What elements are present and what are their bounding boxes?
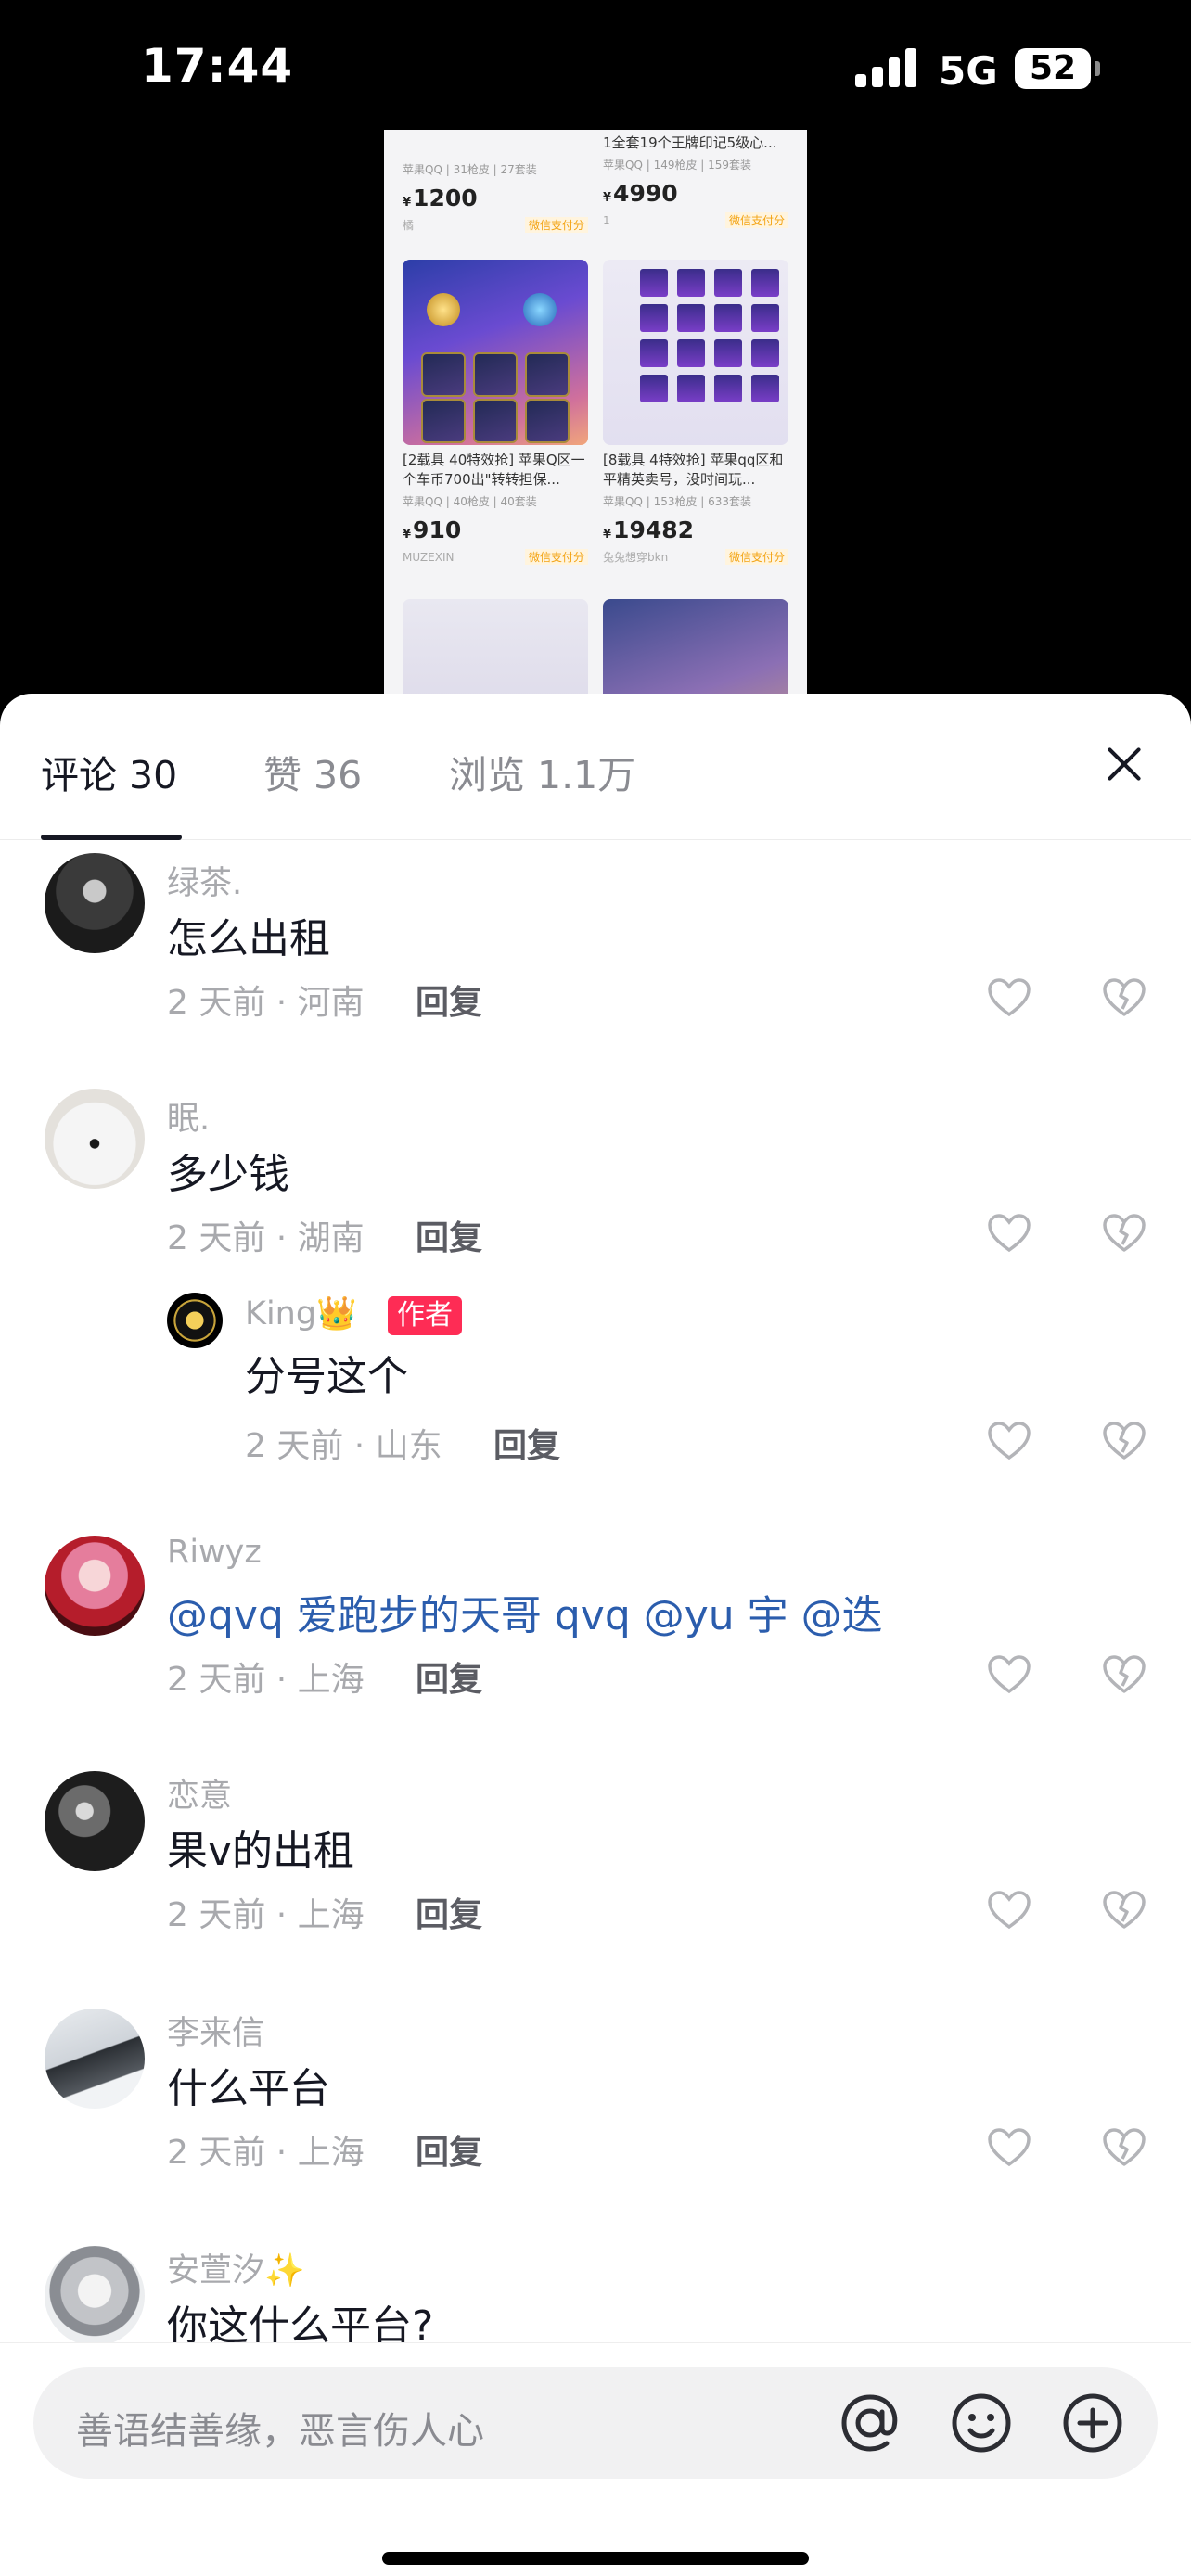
- product-title: [2载具 40特效抢] 苹果Q区一个车币700出"转转担保...: [403, 452, 585, 488]
- close-icon[interactable]: [1095, 734, 1154, 794]
- product-card[interactable]: 苹果QQ | 31枪皮 | 27套装 ¥1200 橘 微信支付分: [403, 158, 588, 233]
- product-footer: 1 微信支付分: [603, 212, 788, 228]
- at-icon[interactable]: [837, 2390, 903, 2456]
- comment-meta: 2 天前 · 山东: [245, 1427, 442, 1465]
- broken-heart-icon[interactable]: [1102, 1213, 1146, 1254]
- comment-input-bar: 善语结善缘，恶言伤人心: [0, 2342, 1191, 2576]
- heart-outline-icon[interactable]: [987, 1213, 1031, 1254]
- comment-meta: 2 天前 · 上海: [167, 1896, 365, 1934]
- product-meta: 苹果QQ | 40枪皮 | 40套装: [403, 495, 537, 508]
- product-footer: 橘 微信支付分: [403, 217, 588, 233]
- product-price: ¥4990: [603, 180, 678, 207]
- comment-username[interactable]: 安萱汐✨: [167, 2244, 305, 2291]
- broken-heart-icon[interactable]: [1102, 1421, 1146, 1461]
- product-meta: 苹果QQ | 31枪皮 | 27套装: [403, 163, 537, 176]
- signal-icon: [855, 46, 920, 87]
- product-footer: MUZEXIN 微信支付分: [403, 549, 588, 565]
- product-image: [603, 260, 788, 445]
- reply-button[interactable]: 回复: [416, 1652, 482, 1701]
- avatar[interactable]: [45, 853, 145, 953]
- network-type: 5G: [939, 48, 998, 94]
- comment-input[interactable]: 善语结善缘，恶言伤人心: [33, 2367, 1158, 2479]
- status-bar: 17:44 5G 52: [0, 0, 1191, 139]
- product-image: [603, 599, 788, 697]
- comment-sheet: 评论 30 赞 36 浏览 1.1万 绿茶. 怎么出租 2 天前 · 河南 回复…: [0, 694, 1191, 2576]
- avatar[interactable]: [45, 1536, 145, 1636]
- heart-outline-icon[interactable]: [987, 1421, 1031, 1461]
- broken-heart-icon[interactable]: [1102, 977, 1146, 1018]
- status-time: 17:44: [141, 39, 294, 93]
- battery-icon: 52: [1015, 48, 1091, 89]
- broken-heart-icon[interactable]: [1102, 2127, 1146, 2168]
- heart-outline-icon[interactable]: [987, 977, 1031, 1018]
- comment-text[interactable]: 分号这个: [245, 1343, 408, 1402]
- seller-name: 橘: [403, 219, 415, 232]
- product-card[interactable]: [2载具 40特效抢] 苹果Q区一个车币700出"转转担保... 苹果QQ | …: [403, 260, 588, 565]
- author-badge: 作者: [388, 1296, 462, 1335]
- reply-button[interactable]: 回复: [416, 2125, 482, 2174]
- broken-heart-icon[interactable]: [1102, 1890, 1146, 1931]
- tab-likes[interactable]: 赞 36: [263, 744, 362, 799]
- seller-name: 1: [603, 213, 610, 227]
- avatar[interactable]: [167, 1293, 223, 1348]
- heart-outline-icon[interactable]: [987, 1654, 1031, 1695]
- comment-text[interactable]: 果v的出租: [167, 1817, 354, 1877]
- battery-tip: [1095, 61, 1100, 76]
- reply-button[interactable]: 回复: [416, 976, 482, 1024]
- product-price: ¥910: [403, 516, 462, 543]
- plus-circle-icon[interactable]: [1059, 2390, 1126, 2456]
- comment-username[interactable]: 恋意: [167, 1769, 232, 1817]
- comment-meta: 2 天前 · 湖南: [167, 1219, 365, 1257]
- product-footer: 兔兔想穿bkn 微信支付分: [603, 549, 788, 565]
- heart-outline-icon[interactable]: [987, 1890, 1031, 1931]
- reply-button[interactable]: 回复: [493, 1419, 560, 1467]
- avatar[interactable]: [45, 2009, 145, 2109]
- comment-list[interactable]: 绿茶. 怎么出租 2 天前 · 河南 回复 眠. 多少钱 2 天前 · 湖南 回…: [0, 840, 1191, 2342]
- comment-text[interactable]: 多少钱: [167, 1141, 289, 1200]
- comment-text[interactable]: 怎么出租: [167, 905, 330, 964]
- product-price: ¥1200: [403, 185, 478, 211]
- product-title: 1全套19个王牌印记5级心...: [603, 134, 777, 151]
- tab-views[interactable]: 浏览 1.1万: [449, 744, 635, 799]
- product-meta: 苹果QQ | 149枪皮 | 159套装: [603, 159, 752, 172]
- product-title: [8载具 4特效抢] 苹果qq区和平精英卖号，没时间玩...: [603, 452, 784, 488]
- reply-button[interactable]: 回复: [416, 1211, 482, 1259]
- avatar[interactable]: [45, 1089, 145, 1189]
- heart-outline-icon[interactable]: [987, 2127, 1031, 2168]
- pay-badge: 微信支付分: [724, 549, 788, 565]
- home-indicator[interactable]: [382, 2552, 809, 2565]
- video-preview[interactable]: 苹果QQ | 31枪皮 | 27套装 ¥1200 橘 微信支付分 1全套19个王…: [384, 130, 807, 697]
- reply-button[interactable]: 回复: [416, 1888, 482, 1936]
- comment-username[interactable]: Riwyz: [167, 1534, 262, 1571]
- product-meta: 苹果QQ | 153枪皮 | 633套装: [603, 495, 752, 508]
- avatar[interactable]: [45, 2246, 145, 2342]
- comment-meta: 2 天前 · 河南: [167, 984, 365, 1022]
- product-price: ¥19482: [603, 516, 695, 543]
- product-card[interactable]: 1全套19个王牌印记5级心... 苹果QQ | 149枪皮 | 159套装 ¥4…: [603, 134, 788, 228]
- comment-meta: 2 天前 · 上海: [167, 2134, 365, 2172]
- comment-text[interactable]: 你这什么平台?: [167, 2292, 433, 2342]
- tab-comments[interactable]: 评论 30: [41, 744, 177, 799]
- pay-badge: 微信支付分: [524, 217, 588, 233]
- seller-name: 兔兔想穿bkn: [603, 551, 669, 564]
- avatar[interactable]: [45, 1771, 145, 1871]
- comment-meta: 2 天前 · 上海: [167, 1661, 365, 1699]
- pay-badge: 微信支付分: [524, 549, 588, 565]
- comment-text[interactable]: @qvq 爱跑步的天哥 qvq @yu 宇 @迭: [167, 1582, 883, 1641]
- seller-name: MUZEXIN: [403, 550, 455, 564]
- product-image: [403, 260, 588, 445]
- comment-username[interactable]: 李来信: [167, 2007, 264, 2054]
- input-placeholder: 善语结善缘，恶言伤人心: [76, 2410, 484, 2453]
- broken-heart-icon[interactable]: [1102, 1654, 1146, 1695]
- comment-username[interactable]: 眠.: [167, 1092, 210, 1140]
- pay-badge: 微信支付分: [724, 212, 788, 228]
- product-image: [403, 599, 588, 697]
- comment-username[interactable]: 绿茶.: [167, 857, 242, 904]
- product-card[interactable]: [8载具 4特效抢] 苹果qq区和平精英卖号，没时间玩... 苹果QQ | 15…: [603, 260, 788, 565]
- comment-username[interactable]: King👑: [245, 1294, 357, 1333]
- comment-tabs: 评论 30 赞 36 浏览 1.1万: [0, 694, 1191, 840]
- emoji-icon[interactable]: [948, 2390, 1015, 2456]
- comment-text[interactable]: 什么平台: [167, 2055, 330, 2114]
